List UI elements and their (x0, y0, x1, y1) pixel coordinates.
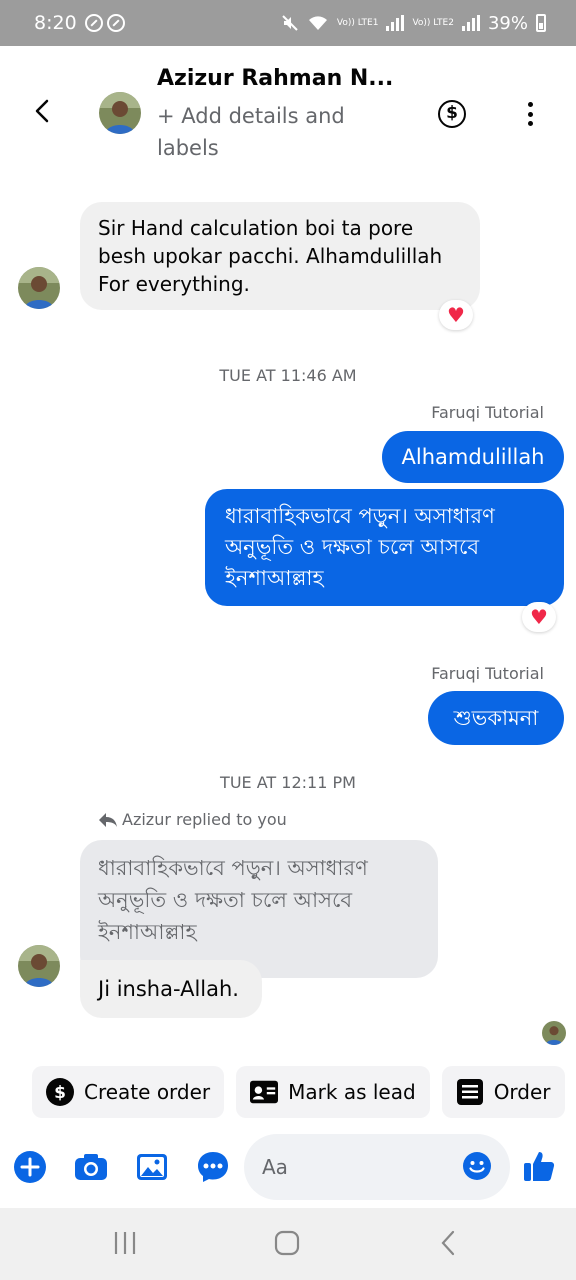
create-order-button[interactable]: $ Create order (32, 1066, 225, 1118)
quick-actions: $ Create order Mark as lead Order (32, 1066, 565, 1118)
status-time: 8:20 (34, 12, 77, 34)
conversation-header: Azizur Rahman N... + Add details and lab… (0, 46, 576, 176)
sender-avatar[interactable] (18, 267, 60, 309)
sender-label: Faruqi Tutorial (431, 664, 544, 683)
sender-avatar[interactable] (18, 945, 60, 987)
message-outgoing[interactable]: শুভকামনা (428, 691, 564, 745)
message-reaction[interactable]: ♥ (439, 300, 473, 330)
message-outgoing[interactable]: ধারাবাহিকভাবে পড়ুন। অসাধারণ অনুভূতি ও দ… (205, 489, 564, 606)
reply-icon (99, 812, 117, 827)
heart-icon: ♥ (530, 605, 548, 629)
battery-icon (536, 14, 546, 32)
reply-note: Azizur replied to you (98, 810, 287, 829)
sim2-signal-icon (461, 15, 480, 31)
contact-card-icon (250, 1078, 279, 1106)
status-notification-icons (84, 14, 125, 32)
nav-back-icon[interactable] (436, 1230, 462, 1256)
svg-text:$: $ (54, 1083, 66, 1103)
sim1-label: Vo)) LTE1 (336, 17, 379, 28)
status-right: Vo)) LTE1 Vo)) LTE2 39% (281, 13, 546, 34)
sim2-label: Vo)) LTE2 (412, 17, 454, 28)
plus-icon[interactable] (13, 1150, 47, 1184)
camera-icon[interactable] (74, 1150, 108, 1184)
list-icon (456, 1078, 484, 1106)
recent-apps-icon[interactable] (112, 1230, 138, 1256)
sync-icon (106, 14, 125, 32)
message-composer (0, 1134, 576, 1202)
timestamp: TUE AT 12:11 PM (220, 773, 356, 792)
back-icon[interactable] (28, 96, 58, 126)
timestamp: TUE AT 11:46 AM (219, 366, 357, 385)
message-incoming[interactable]: Ji insha-Allah. (80, 960, 262, 1018)
more-options-icon[interactable] (520, 102, 540, 126)
system-nav-bar (0, 1208, 576, 1280)
quoted-message[interactable]: ধারাবাহিকভাবে পড়ুন। অসাধারণ অনুভূতি ও দ… (80, 840, 438, 978)
contact-avatar[interactable] (99, 92, 141, 134)
status-bar: 8:20 Vo)) LTE1 Vo)) LTE2 39% (0, 0, 576, 46)
seen-avatar (542, 1021, 566, 1045)
message-incoming[interactable]: Sir Hand calculation boi ta pore besh up… (80, 202, 480, 310)
create-order-label: Create order (84, 1080, 211, 1104)
chat-options-icon[interactable] (196, 1150, 230, 1184)
wifi-icon (308, 16, 327, 30)
home-icon[interactable] (274, 1230, 300, 1256)
sim1-signal-icon (386, 15, 405, 31)
battery-percent: 39% (487, 12, 528, 34)
order-button[interactable]: Order (441, 1066, 565, 1118)
add-details-link[interactable]: + Add details and labels (157, 100, 387, 164)
heart-icon: ♥ (447, 303, 465, 327)
mark-as-lead-label: Mark as lead (288, 1080, 416, 1104)
dollar-icon[interactable]: $ (438, 100, 466, 128)
data-saver-icon (84, 14, 103, 32)
gallery-icon[interactable] (135, 1150, 169, 1184)
reply-note-text: Azizur replied to you (122, 810, 287, 829)
message-outgoing[interactable]: Alhamdulillah (382, 431, 564, 483)
message-reaction[interactable]: ♥ (522, 602, 556, 632)
mute-icon (282, 15, 298, 31)
like-icon[interactable] (522, 1148, 558, 1184)
contact-name[interactable]: Azizur Rahman N... (157, 66, 393, 91)
dollar-icon: $ (46, 1078, 74, 1106)
order-label: Order (493, 1080, 551, 1104)
mark-as-lead-button[interactable]: Mark as lead (236, 1066, 430, 1118)
sender-label: Faruqi Tutorial (431, 403, 544, 422)
emoji-icon[interactable] (462, 1151, 492, 1181)
